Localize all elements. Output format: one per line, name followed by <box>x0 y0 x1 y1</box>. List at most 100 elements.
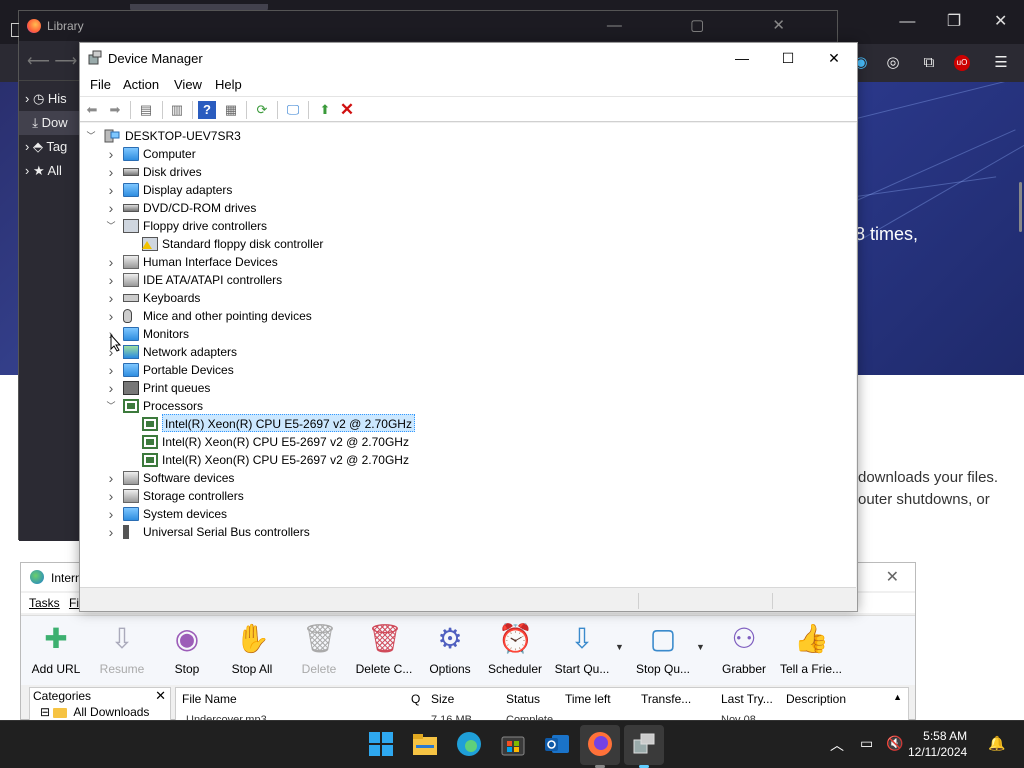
monitor-icon <box>123 147 139 161</box>
chevron-right-icon[interactable]: › <box>106 523 116 541</box>
edge-icon[interactable] <box>456 731 482 757</box>
folder-icon <box>53 707 68 718</box>
close-icon[interactable]: ✕ <box>977 0 1024 44</box>
column-header[interactable]: Last Try... <box>721 692 773 706</box>
scan-hardware-changes-icon[interactable]: 🖵 <box>284 101 302 119</box>
outlook-icon[interactable] <box>544 731 570 757</box>
add-url-button[interactable]: ✚ Add URL <box>21 620 91 684</box>
browser-window-controls: — ❐ ✕ <box>884 0 1024 44</box>
show-hide-console-tree-icon[interactable]: ▤ <box>137 101 155 119</box>
network-icon[interactable]: ▭ <box>860 735 873 752</box>
device-manager-icon[interactable] <box>631 731 657 757</box>
monitor-icon <box>123 327 139 341</box>
chevron-down-icon[interactable]: ﹀ <box>106 397 116 415</box>
extensions-puzzle-icon[interactable]: ⧉ <box>918 52 940 74</box>
menu-file[interactable]: File <box>90 77 111 92</box>
firefox-icon[interactable] <box>587 731 613 757</box>
volume-icon[interactable]: 🔇 <box>886 735 903 752</box>
stop-button[interactable]: ◉ Stop <box>152 620 222 684</box>
chevron-down-icon[interactable]: ﹀ <box>86 127 96 145</box>
chevron-right-icon[interactable]: › <box>106 199 116 217</box>
back-forward-icon[interactable]: ⟵ ⟶ <box>27 51 77 71</box>
stop-all-button[interactable]: ✋ Stop All <box>217 620 287 684</box>
column-header[interactable]: Size <box>431 692 454 706</box>
options-button[interactable]: ⚙ Options <box>415 620 485 684</box>
scheduler-icon: ⏰ <box>498 623 533 654</box>
chevron-up-icon[interactable]: ︿ <box>830 735 844 755</box>
sidebar-item-history[interactable]: › ◷ His <box>25 87 81 111</box>
account-icon[interactable]: ◎ <box>882 52 904 74</box>
help-icon[interactable]: ? <box>198 101 216 119</box>
scroll-up-icon[interactable]: ▲ <box>893 692 902 702</box>
enable-device-icon[interactable]: ⬆ <box>316 101 334 119</box>
column-header[interactable]: Description <box>786 692 846 706</box>
page-scrollbar[interactable] <box>1019 182 1022 232</box>
uninstall-device-icon[interactable]: ✕ <box>338 101 356 119</box>
minimize-icon[interactable]: — <box>884 0 931 44</box>
column-header[interactable]: Q <box>411 692 420 706</box>
close-icon[interactable]: ✕ <box>811 43 857 74</box>
chevron-right-icon[interactable]: › <box>106 361 116 379</box>
tree-item-label: Software devices <box>143 471 235 485</box>
menu-view[interactable]: View <box>174 77 202 92</box>
chevron-right-icon[interactable]: › <box>106 253 116 271</box>
column-header[interactable]: Transfe... <box>641 692 691 706</box>
tell-friend-button[interactable]: 👍 Tell a Frie... <box>776 620 846 684</box>
menu-icon[interactable]: ☰ <box>990 52 1012 74</box>
menu-file[interactable]: Fi <box>69 596 79 610</box>
file-explorer-icon[interactable] <box>412 731 438 757</box>
restore-icon[interactable]: ❐ <box>931 0 978 44</box>
tree-item-label: System devices <box>143 507 228 521</box>
maximize-icon[interactable]: ☐ <box>765 43 811 74</box>
scheduler-button[interactable]: ⏰ Scheduler <box>480 620 550 684</box>
column-header[interactable]: Status <box>506 692 540 706</box>
chevron-right-icon[interactable]: › <box>106 487 116 505</box>
library-window-controls[interactable]: — ▢ ✕ <box>607 16 817 34</box>
microsoft-store-icon[interactable] <box>500 731 526 757</box>
dropdown-arrow-icon[interactable]: ▼ <box>615 642 624 652</box>
column-header[interactable]: Time left <box>565 692 611 706</box>
chevron-right-icon[interactable]: › <box>106 181 116 199</box>
dropdown-arrow-icon[interactable]: ▼ <box>696 642 705 652</box>
menu-help[interactable]: Help <box>215 77 242 92</box>
chevron-right-icon[interactable]: › <box>106 505 116 523</box>
clock[interactable]: 5:58 AM 12/11/2024 <box>908 728 967 760</box>
delete-button[interactable]: 🗑 Delete <box>284 620 354 684</box>
close-icon[interactable]: ✕ <box>155 688 166 704</box>
grabber-button[interactable]: ⚇ Grabber <box>709 620 779 684</box>
add-url-icon: ✚ <box>44 623 68 654</box>
chevron-down-icon[interactable]: ﹀ <box>106 217 116 235</box>
forward-arrow-icon[interactable]: ➡ <box>106 101 124 119</box>
back-arrow-icon[interactable]: ⬅ <box>83 101 101 119</box>
chevron-right-icon[interactable]: › <box>106 145 116 163</box>
column-header[interactable]: File Name <box>182 692 237 706</box>
menu-tasks[interactable]: Tasks <box>29 596 60 610</box>
properties-icon[interactable]: ▥ <box>168 101 186 119</box>
devmgr-titlebar: Device Manager — ☐ ✕ <box>80 43 857 74</box>
chevron-right-icon[interactable]: › <box>106 307 116 325</box>
resume-button[interactable]: ⇩ Resume <box>87 620 157 684</box>
sidebar-item-downloads[interactable]: ⤓ Dow <box>19 111 81 135</box>
update-driver-icon[interactable]: ⟳ <box>253 101 271 119</box>
chevron-right-icon[interactable]: › <box>106 163 116 181</box>
delete-completed-button[interactable]: 🗑 Delete C... <box>349 620 419 684</box>
ribbon-button-label: Delete <box>301 662 337 676</box>
category-all-downloads[interactable]: ⊟ All Downloads <box>40 705 149 719</box>
tree-item-label: Standard floppy disk controller <box>162 237 324 251</box>
stop-queue-button[interactable]: ▢ Stop Qu... <box>628 620 698 684</box>
chevron-right-icon[interactable]: › <box>106 379 116 397</box>
chevron-right-icon[interactable]: › <box>106 289 116 307</box>
minimize-icon[interactable]: — <box>719 43 765 74</box>
chevron-right-icon[interactable]: › <box>106 469 116 487</box>
menu-action[interactable]: Action <box>123 77 159 92</box>
start-windows-icon[interactable] <box>368 731 394 757</box>
notification-bell-icon[interactable]: 🔔 <box>988 735 1005 752</box>
start-queue-button[interactable]: ⇩ Start Qu... <box>547 620 617 684</box>
sidebar-item-tags[interactable]: › ⬘ Tag <box>25 135 81 159</box>
library-sidebar: › ◷ His ⤓ Dow › ⬘ Tag › ★ All <box>19 81 81 541</box>
ublock-icon[interactable]: uO <box>954 55 970 71</box>
show-action-pane-icon[interactable]: ▦ <box>222 101 240 119</box>
sidebar-item-all-bookmarks[interactable]: › ★ All <box>25 159 81 183</box>
close-icon[interactable]: ✕ <box>886 567 899 587</box>
chevron-right-icon[interactable]: › <box>106 271 116 289</box>
